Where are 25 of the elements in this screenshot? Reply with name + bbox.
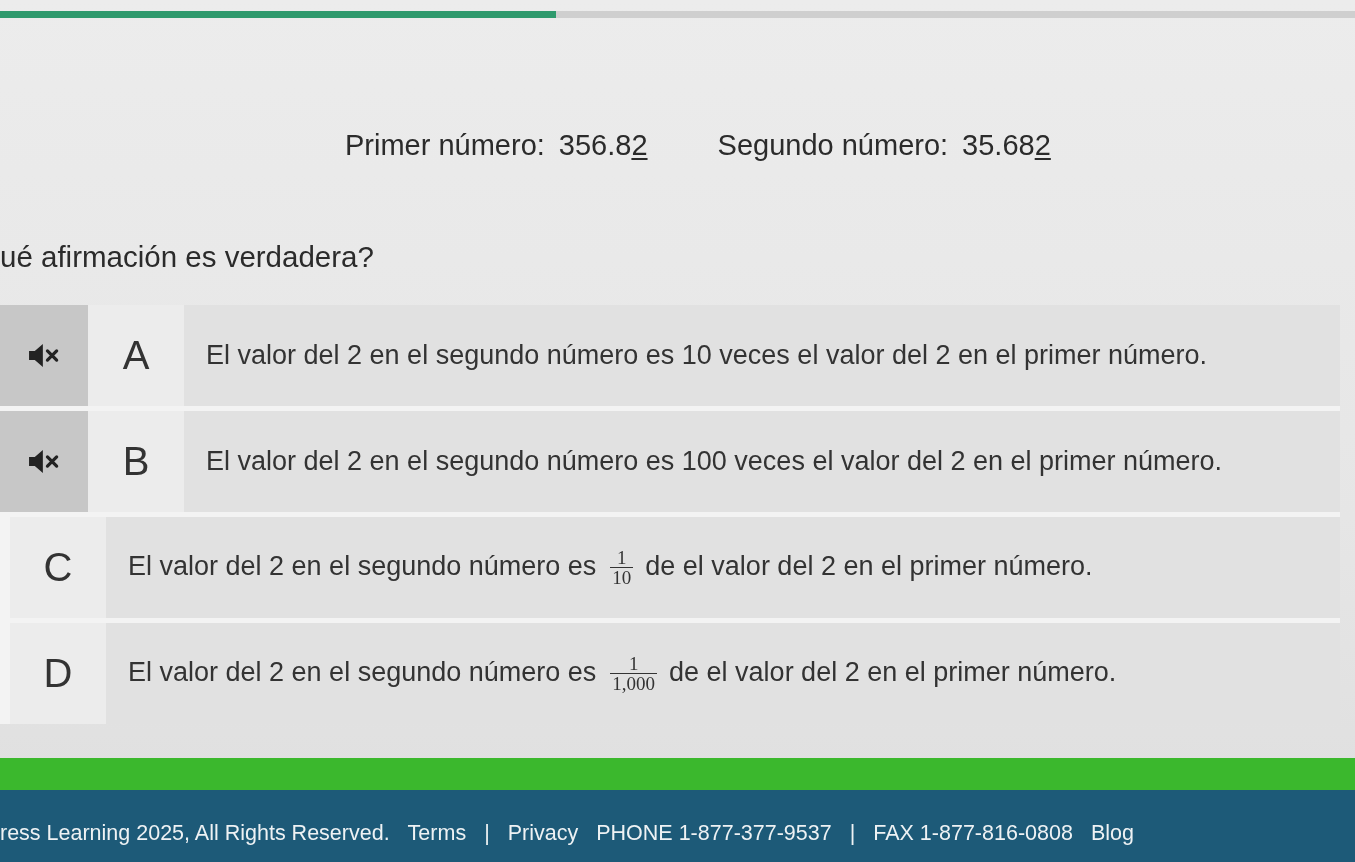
- copyright-text: ress Learning 2025, All Rights Reserved.: [0, 820, 390, 846]
- muted-speaker-icon: [29, 344, 59, 367]
- option-letter: A: [88, 305, 184, 406]
- option-text: El valor del 2 en el segundo número es 10 veces el valor del 2 en el primer número.: [206, 340, 1208, 371]
- answer-option[interactable]: A El valor del 2 en el segundo número es 10 veces el valor del 2 en el primer número.: [0, 305, 1340, 406]
- audio-button[interactable]: [0, 305, 88, 406]
- question-text: ué afirmación es verdadera?: [0, 239, 374, 275]
- privacy-link[interactable]: Privacy: [507, 820, 579, 846]
- number-value: 35.682: [962, 128, 1051, 162]
- muted-speaker-icon: [29, 450, 59, 473]
- option-letter: C: [10, 517, 106, 618]
- number-value: 356.82: [558, 128, 648, 162]
- answer-option[interactable]: B El valor del 2 en el segundo número es 100 veces el valor del 2 en el primer número.: [0, 411, 1340, 512]
- number-label: Segundo número:: [717, 128, 949, 162]
- phone-text: PHONE 1-877-377-9537: [596, 820, 832, 846]
- option-letter: D: [10, 623, 106, 724]
- footer-separator: |: [849, 820, 856, 846]
- blog-link[interactable]: Blog: [1090, 820, 1134, 846]
- footer-separator: |: [484, 820, 490, 846]
- audio-button[interactable]: [0, 411, 88, 512]
- fax-text: FAX 1-877-816-0808: [873, 820, 1073, 846]
- terms-link[interactable]: Terms: [407, 820, 467, 846]
- option-letter: B: [88, 411, 184, 512]
- number-label: Primer número:: [345, 128, 545, 162]
- option-text: El valor del 2 en el segundo número es 100 veces el valor del 2 en el primer número.: [206, 446, 1223, 477]
